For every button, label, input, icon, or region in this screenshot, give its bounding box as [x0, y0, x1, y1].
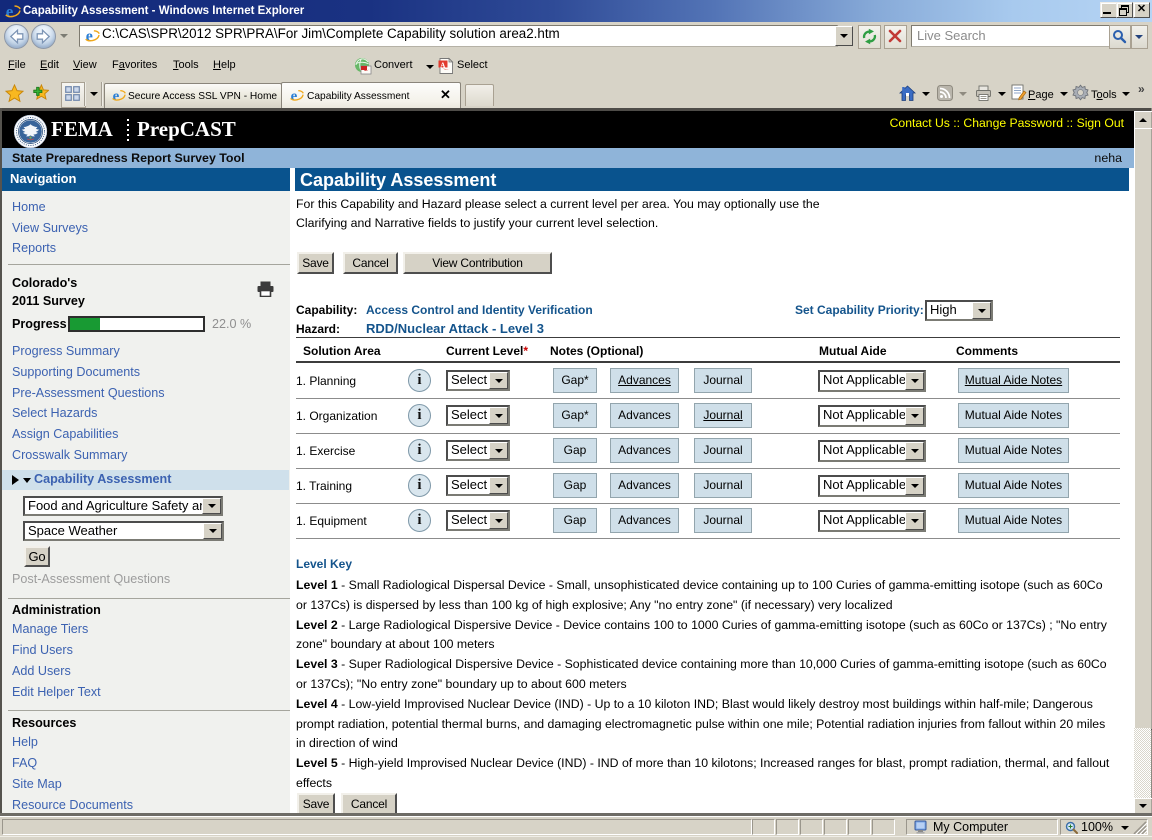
svg-text:A: A [440, 61, 445, 69]
svg-text:e: e [113, 88, 120, 103]
svg-text:e: e [86, 28, 93, 44]
svg-text:e: e [6, 3, 14, 20]
svg-text:e: e [291, 88, 298, 103]
